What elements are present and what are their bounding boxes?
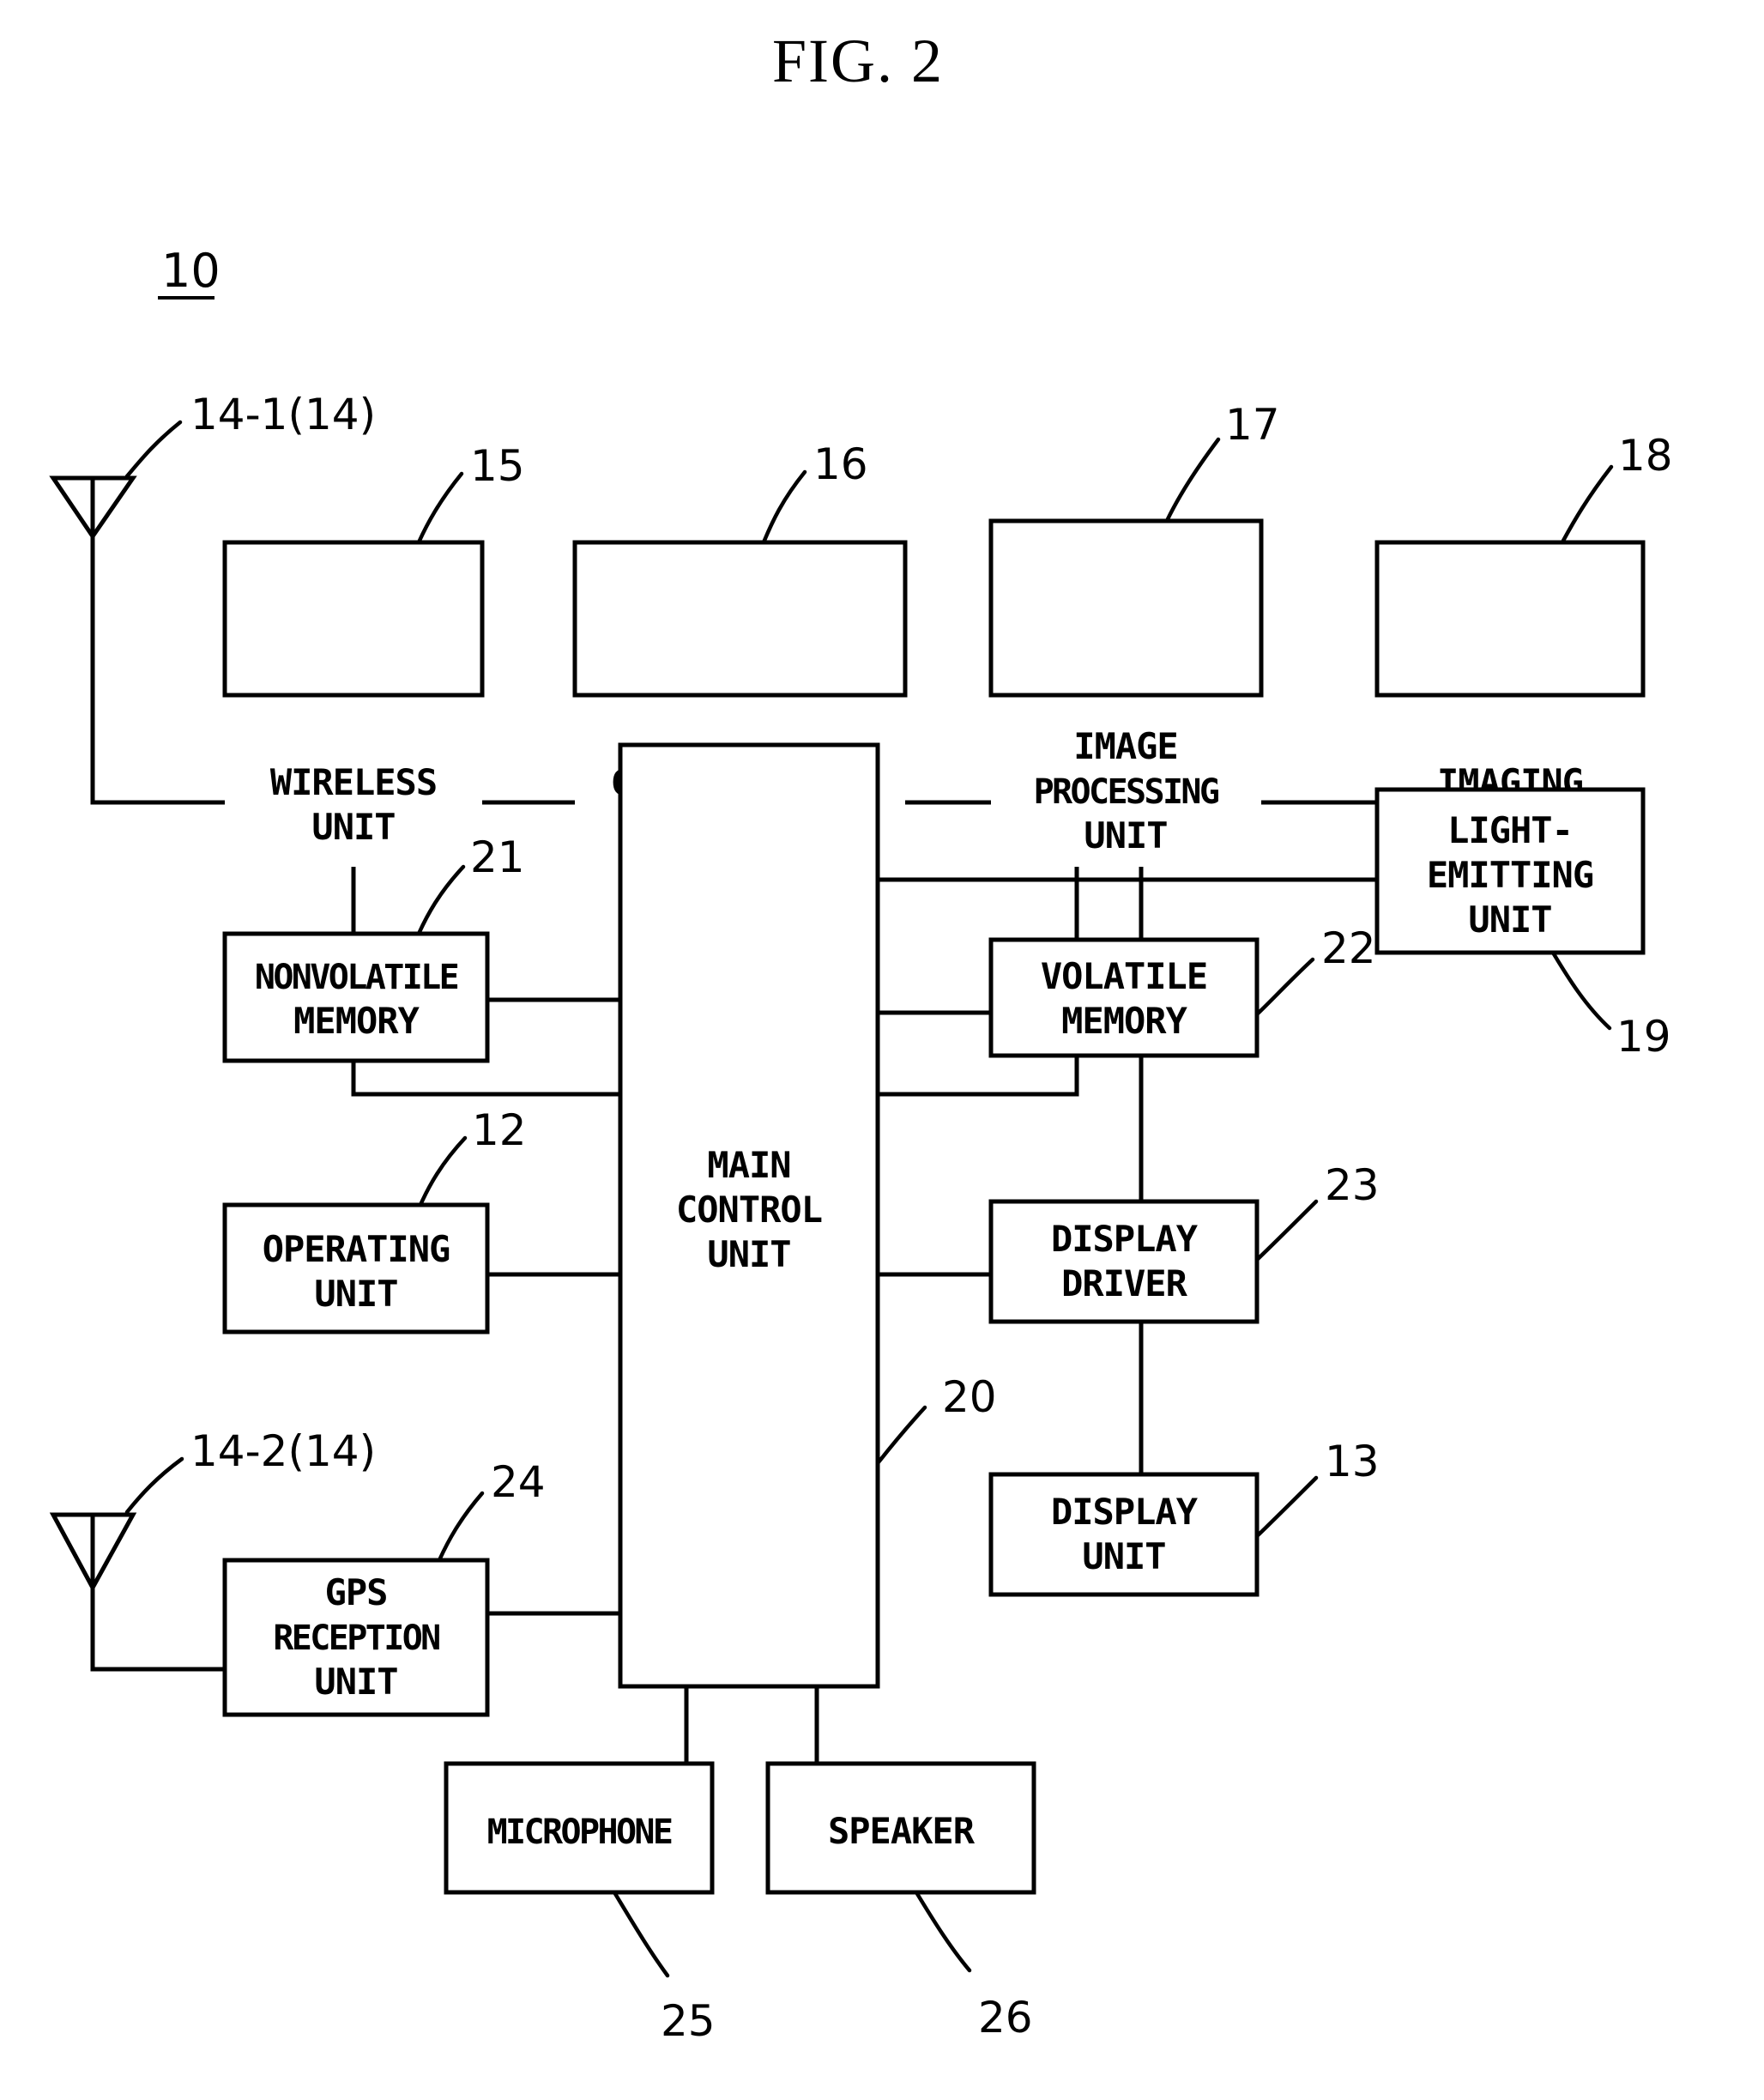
block-volatile-memory-label-line1: VOLATILE (1041, 955, 1207, 997)
block-nonvolatile-memory-label-line1: NONVOLATILE (255, 958, 458, 997)
ref-label-14-1: 14-1(14) (190, 390, 376, 439)
leader-ref-21 (416, 864, 466, 936)
block-wireless-unit[interactable]: WIRELESS UNIT 15 (222, 441, 525, 848)
leader-ref-23 (1254, 1199, 1319, 1262)
leader-antenna-lower (124, 1456, 184, 1515)
ref-label-26: 26 (978, 1993, 1033, 2043)
ref-label-19: 19 (1616, 1012, 1671, 1062)
leader-ref-13 (1254, 1475, 1319, 1539)
block-display-unit[interactable]: DISPLAY UNIT 13 (988, 1437, 1380, 1597)
leader-ref-24 (437, 1491, 485, 1563)
block-display-driver-label-line1: DISPLAY (1051, 1218, 1199, 1260)
leader-ref-15 (416, 471, 464, 545)
block-display-driver[interactable]: DISPLAY DRIVER 23 (988, 1160, 1380, 1324)
ref-label-15: 15 (470, 441, 525, 491)
leader-ref-20 (875, 1405, 927, 1466)
ref-label-17: 17 (1225, 400, 1280, 450)
block-light-emitting-unit[interactable]: LIGHT- EMITTING UNIT 19 (1374, 787, 1671, 1062)
leader-ref-16 (761, 469, 807, 545)
ref-label-18: 18 (1618, 431, 1673, 481)
ref-label-23: 23 (1325, 1160, 1380, 1210)
block-main-control-unit-label-line2: CONTROL (676, 1189, 822, 1231)
leader-ref-22 (1254, 957, 1315, 1017)
leader-ref-25 (612, 1890, 670, 1978)
block-image-processing-unit-label-line2: PROCESSING (1034, 772, 1219, 812)
ref-label-24: 24 (491, 1457, 546, 1507)
block-speaker-label: SPEAKER (828, 1810, 976, 1852)
block-nonvolatile-memory-label-line2: MEMORY (293, 1000, 420, 1042)
block-wireless-unit-label-line2: UNIT (311, 806, 395, 848)
block-main-control-unit[interactable]: MAIN CONTROL UNIT 20 (618, 742, 997, 1689)
ref-label-22: 22 (1321, 923, 1376, 973)
leader-ref-26 (914, 1890, 972, 1973)
block-display-unit-label-line1: DISPLAY (1051, 1491, 1199, 1533)
block-light-emitting-unit-label-line1: LIGHT- (1447, 809, 1573, 851)
block-display-unit-label-line2: UNIT (1082, 1535, 1165, 1577)
block-gps-reception-unit-label-line3: UNIT (314, 1661, 397, 1703)
figure-title: FIG. 2 (772, 27, 944, 95)
block-light-emitting-unit-label-line2: EMITTING (1427, 854, 1593, 896)
block-microphone[interactable]: MICROPHONE 25 (444, 1761, 716, 2046)
block-gps-reception-unit-label-line2: RECEPTION (273, 1619, 439, 1658)
ref-label-20: 20 (942, 1372, 997, 1422)
ref-label-13: 13 (1325, 1437, 1380, 1486)
block-communications-control-unit-rect[interactable] (572, 540, 908, 698)
block-gps-reception-unit-label-line1: GPS (325, 1571, 388, 1613)
block-volatile-memory-label-line2: MEMORY (1061, 1000, 1187, 1042)
block-gps-reception-unit[interactable]: GPS RECEPTION UNIT 24 (222, 1457, 546, 1717)
leader-ref-12 (418, 1135, 468, 1207)
ref-label-12: 12 (472, 1105, 527, 1155)
leader-ref-19 (1550, 950, 1612, 1031)
device-reference-10: 10 (161, 244, 220, 298)
block-image-processing-unit[interactable]: IMAGE PROCESSING UNIT 17 (988, 400, 1280, 856)
ref-label-25: 25 (661, 1996, 716, 2046)
block-speaker[interactable]: SPEAKER 26 (765, 1761, 1036, 2043)
wire-antenna1-to-wireless (90, 536, 225, 805)
block-imaging-unit-rect[interactable] (1374, 540, 1646, 698)
block-operating-unit-label-line2: UNIT (314, 1273, 397, 1315)
block-main-control-unit-label-line3: UNIT (707, 1233, 790, 1275)
block-volatile-memory[interactable]: VOLATILE MEMORY 22 (988, 923, 1376, 1058)
block-nonvolatile-memory[interactable]: NONVOLATILE MEMORY 21 (222, 832, 525, 1063)
block-microphone-label: MICROPHONE (487, 1813, 672, 1852)
ref-label-21: 21 (470, 832, 525, 882)
block-light-emitting-unit-label-line3: UNIT (1468, 899, 1551, 941)
leader-antenna-upper (124, 420, 183, 479)
ref-label-16: 16 (813, 439, 868, 489)
wire-antenna2-to-gps (90, 1588, 225, 1672)
leader-ref-18 (1561, 464, 1614, 543)
leader-ref-17 (1164, 437, 1221, 523)
block-diagram: FIG. 2 10 14-1(14) 14-2(14) WIRELESS UNI… (49, 27, 1673, 2046)
block-wireless-unit-label-line1: WIRELESS (270, 761, 437, 803)
block-image-processing-unit-label-line1: IMAGE (1073, 725, 1177, 767)
block-image-processing-unit-label-line3: UNIT (1084, 814, 1167, 856)
block-image-processing-unit-rect[interactable] (988, 518, 1264, 698)
ref-label-14-2: 14-2(14) (190, 1426, 376, 1476)
block-display-driver-label-line2: DRIVER (1061, 1262, 1187, 1304)
antenna-upper: 14-1(14) (49, 390, 376, 541)
block-operating-unit-label-line1: OPERATING (263, 1228, 450, 1270)
block-operating-unit[interactable]: OPERATING UNIT 12 (222, 1105, 527, 1334)
patent-figure-page: FIG. 2 10 14-1(14) 14-2(14) WIRELESS UNI… (0, 0, 1764, 2100)
block-main-control-unit-label-line1: MAIN (707, 1144, 790, 1186)
block-wireless-unit-rect[interactable] (222, 540, 485, 698)
block-imaging-unit[interactable]: IMAGING UNIT 18 (1374, 431, 1673, 848)
